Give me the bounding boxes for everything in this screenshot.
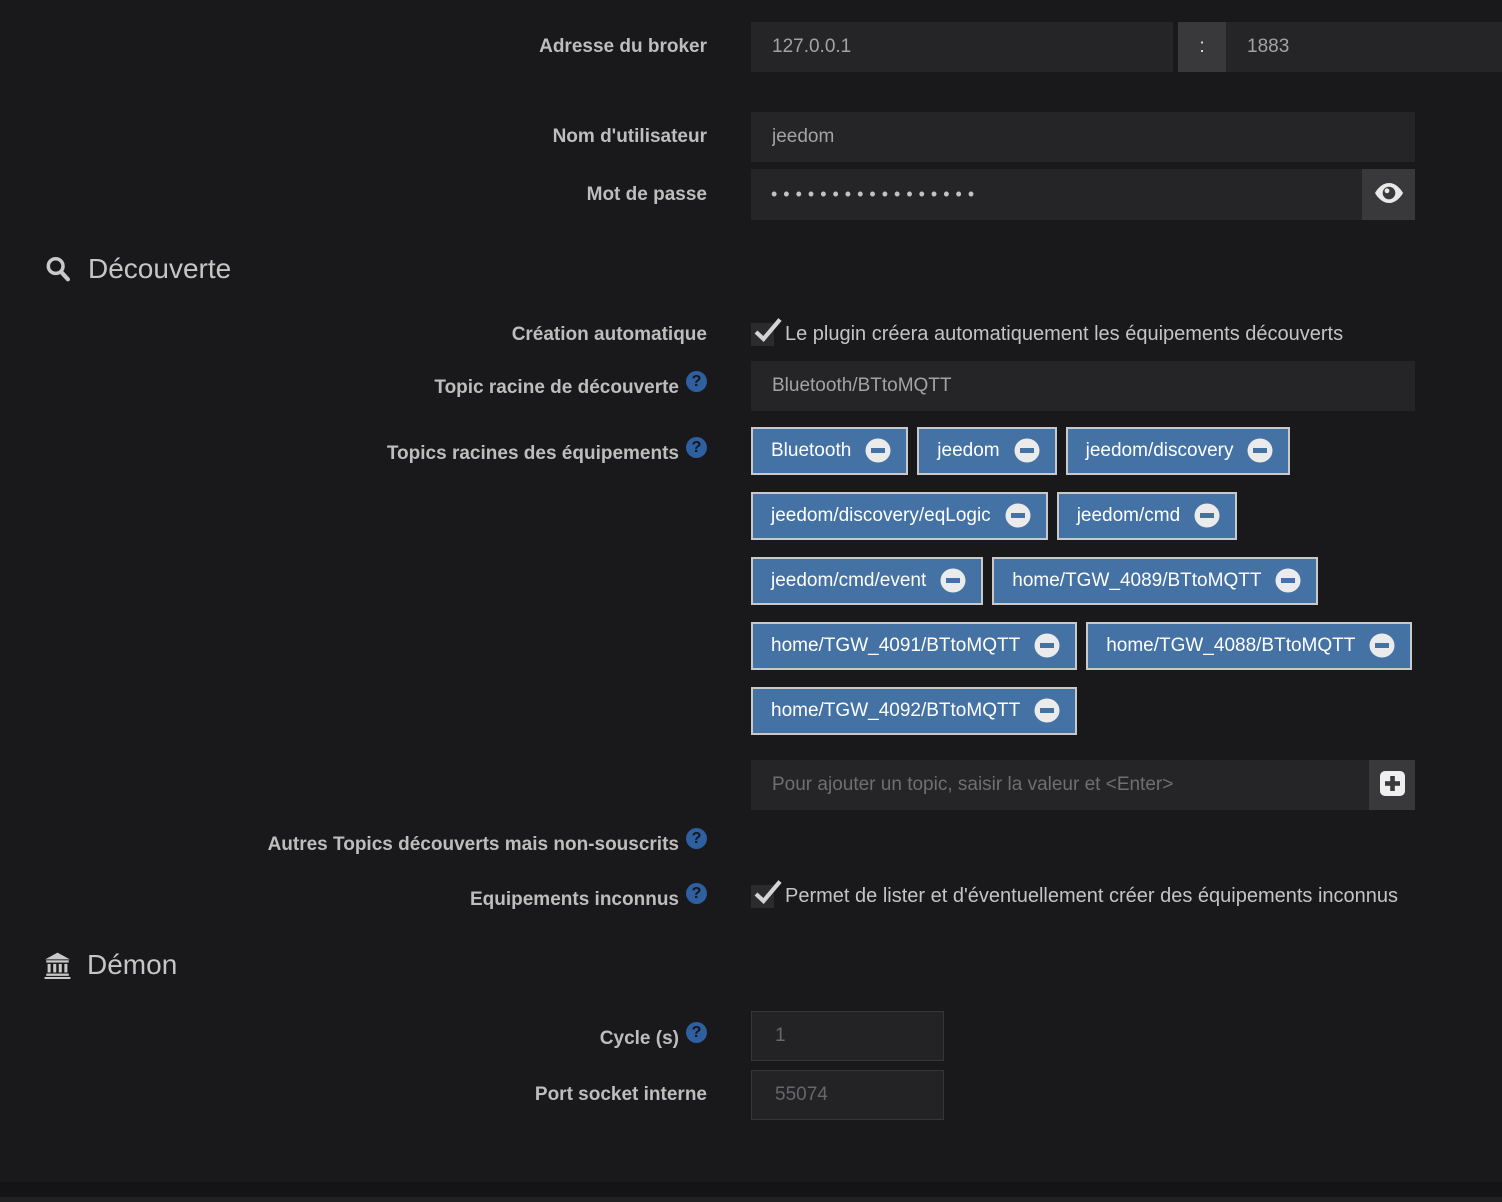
remove-topic-icon[interactable] [1005,503,1031,528]
help-icon[interactable]: ? [686,371,707,392]
other-topics-row: Autres Topics découverts mais non-souscr… [0,828,1502,857]
username-row: Nom d'utilisateur [0,112,1502,162]
add-topic-button[interactable] [1369,760,1415,810]
socket-port-input [751,1070,944,1120]
auto-creation-label: Création automatique [0,323,707,347]
check-icon [753,879,783,907]
password-label: Mot de passe [0,183,707,207]
password-input[interactable] [751,169,1362,220]
cycle-input [751,1011,944,1061]
password-control [751,169,1415,220]
topic-tag-label: home/TGW_4091/BTtoMQTT [771,635,1020,657]
topic-tag-label: jeedom/cmd [1077,505,1181,527]
topic-tag: jeedom [917,427,1056,475]
topic-tag: home/TGW_4089/BTtoMQTT [992,557,1318,605]
remove-topic-icon[interactable] [940,568,966,593]
topic-tag: jeedom/discovery [1066,427,1291,475]
section-discovery: Découverte [44,253,1502,285]
auto-creation-row: Création automatique Le plugin créera au… [0,323,1502,347]
topic-tag-label: jeedom/discovery [1086,440,1234,462]
cycle-label: Cycle (s)? [0,1022,707,1051]
cycle-label-text: Cycle (s) [600,1028,679,1049]
cycle-control [751,1011,1502,1061]
unknown-equipment-label-text: Equipements inconnus [470,889,679,910]
other-topics-label: Autres Topics découverts mais non-souscr… [0,828,707,857]
help-icon[interactable]: ? [686,437,707,458]
broker-address-label: Adresse du broker [0,35,707,59]
unknown-equipment-row: Equipements inconnus? Permet de lister e… [0,883,1502,912]
topic-tag-label: jeedom/cmd/event [771,570,926,592]
bank-icon [44,952,71,979]
eye-icon [1374,182,1404,207]
help-icon[interactable]: ? [686,883,707,904]
topic-tag: home/TGW_4092/BTtoMQTT [751,687,1077,735]
broker-address-controls: : [751,22,1502,72]
root-topic-label: Topic racine de découverte? [0,371,707,400]
equipment-topics-label: Topics racines des équipements? [0,427,707,466]
plugin-config-page: Adresse du broker : Nom d'utilisateur Mo… [0,0,1502,1202]
add-topic-control [751,760,1415,810]
socket-port-label: Port socket interne [0,1083,707,1107]
unknown-equipment-control: Permet de lister et d'éventuellement cré… [751,885,1502,908]
add-topic-row [0,760,1502,810]
unknown-equipment-label: Equipements inconnus? [0,883,707,912]
topic-tag: jeedom/cmd/event [751,557,983,605]
bottom-panel-edge [0,1182,1502,1202]
broker-address-input[interactable] [751,22,1173,72]
socket-port-row: Port socket interne [0,1070,1502,1120]
root-topic-row: Topic racine de découverte? [0,361,1502,411]
topic-tag-label: home/TGW_4089/BTtoMQTT [1012,570,1261,592]
help-icon[interactable]: ? [686,1022,707,1043]
cycle-row: Cycle (s)? [0,1011,1502,1061]
unknown-equipment-text: Permet de lister et d'éventuellement cré… [785,885,1398,908]
username-label: Nom d'utilisateur [0,125,707,149]
topic-tag: Bluetooth [751,427,908,475]
remove-topic-icon[interactable] [1034,698,1060,723]
host-port-separator: : [1178,22,1226,72]
password-row: Mot de passe [0,169,1502,220]
topic-tag-label: home/TGW_4092/BTtoMQTT [771,700,1020,722]
username-input[interactable] [751,112,1415,162]
socket-port-control [751,1070,1502,1120]
equipment-topics-row: Topics racines des équipements? Bluetoot… [0,427,1502,735]
section-daemon: Démon [44,949,1502,981]
topic-tag: jeedom/discovery/eqLogic [751,492,1048,540]
equipment-topics-label-text: Topics racines des équipements [387,443,679,464]
username-control [751,112,1502,162]
search-icon [44,255,72,283]
topic-tag: home/TGW_4088/BTtoMQTT [1086,622,1412,670]
remove-topic-icon[interactable] [1034,633,1060,658]
remove-topic-icon[interactable] [1247,438,1273,463]
plus-square-icon [1379,770,1406,800]
remove-topic-icon[interactable] [1194,503,1220,528]
auto-creation-checkbox[interactable] [751,323,774,346]
remove-topic-icon[interactable] [1275,568,1301,593]
check-icon [753,317,783,345]
other-topics-label-text: Autres Topics découverts mais non-souscr… [268,834,679,855]
toggle-password-visibility-button[interactable] [1362,169,1415,220]
auto-creation-control: Le plugin créera automatiquement les équ… [751,323,1502,346]
topic-tag-label: home/TGW_4088/BTtoMQTT [1106,635,1355,657]
section-discovery-title: Découverte [88,253,231,285]
remove-topic-icon[interactable] [1014,438,1040,463]
topic-tag-label: Bluetooth [771,440,851,462]
remove-topic-icon[interactable] [865,438,891,463]
unknown-equipment-checkbox[interactable] [751,885,774,908]
topic-tag: home/TGW_4091/BTtoMQTT [751,622,1077,670]
remove-topic-icon[interactable] [1369,633,1395,658]
auto-creation-text: Le plugin créera automatiquement les équ… [785,323,1343,346]
topic-tag-label: jeedom/discovery/eqLogic [771,505,991,527]
add-topic-input[interactable] [751,760,1369,810]
root-topic-input[interactable] [751,361,1415,411]
topic-tag: jeedom/cmd [1057,492,1238,540]
root-topic-label-text: Topic racine de découverte [434,377,679,398]
section-daemon-title: Démon [87,949,177,981]
help-icon[interactable]: ? [686,828,707,849]
topic-tag-label: jeedom [937,440,999,462]
broker-address-row: Adresse du broker : [0,22,1502,72]
root-topic-control [751,361,1502,411]
broker-port-input[interactable] [1226,22,1502,72]
topics-list: Bluetooth jeedom [751,427,1415,735]
